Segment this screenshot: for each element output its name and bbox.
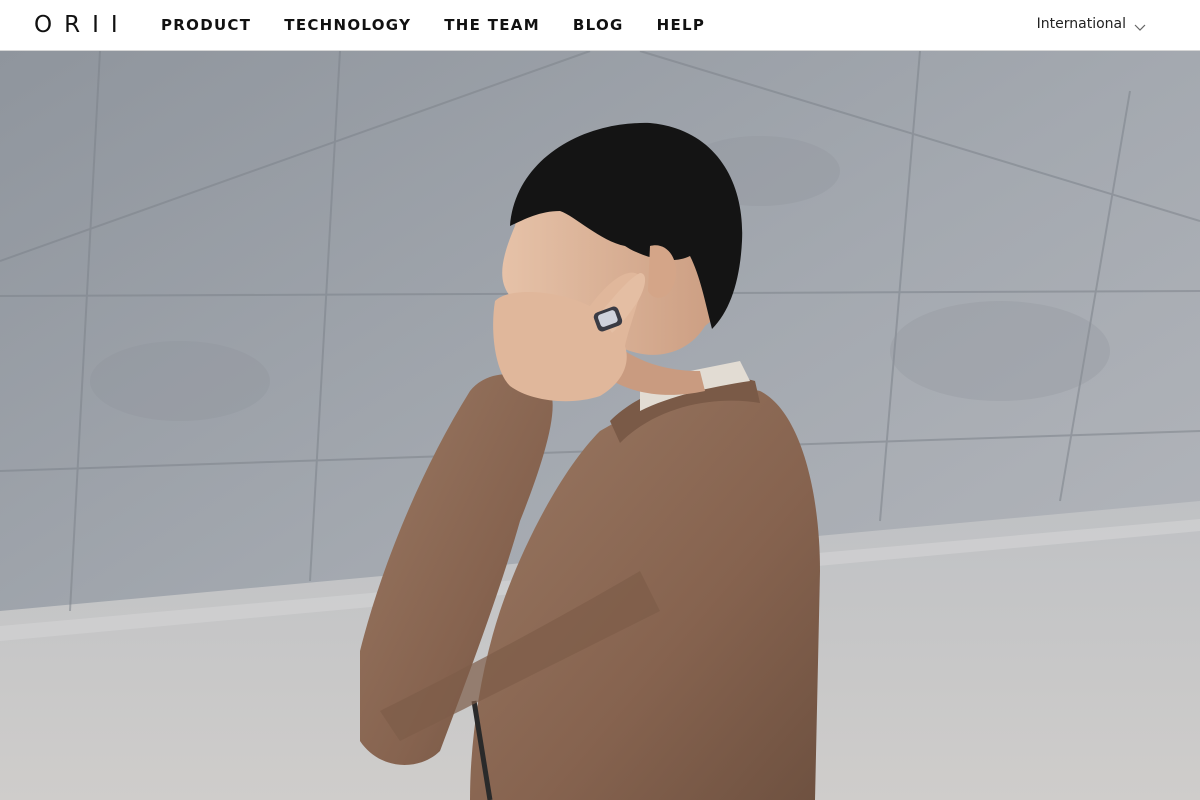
nav-blog[interactable]: BLOG (573, 16, 624, 34)
nav-help[interactable]: HELP (657, 16, 706, 34)
hero-image (0, 51, 1200, 800)
nav-technology[interactable]: TECHNOLOGY (284, 16, 411, 34)
region-label: International (1036, 16, 1126, 32)
top-header: ORII PRODUCT TECHNOLOGY THE TEAM BLOG HE… (0, 0, 1200, 51)
main-nav: PRODUCT TECHNOLOGY THE TEAM BLOG HELP (161, 16, 738, 34)
hero-illustration (0, 51, 1200, 800)
orii-logo[interactable]: ORII (34, 12, 130, 39)
nav-the-team[interactable]: THE TEAM (444, 16, 540, 34)
chevron-down-icon (1134, 20, 1146, 31)
region-selector[interactable]: International (1037, 16, 1146, 32)
nav-product[interactable]: PRODUCT (161, 16, 251, 34)
